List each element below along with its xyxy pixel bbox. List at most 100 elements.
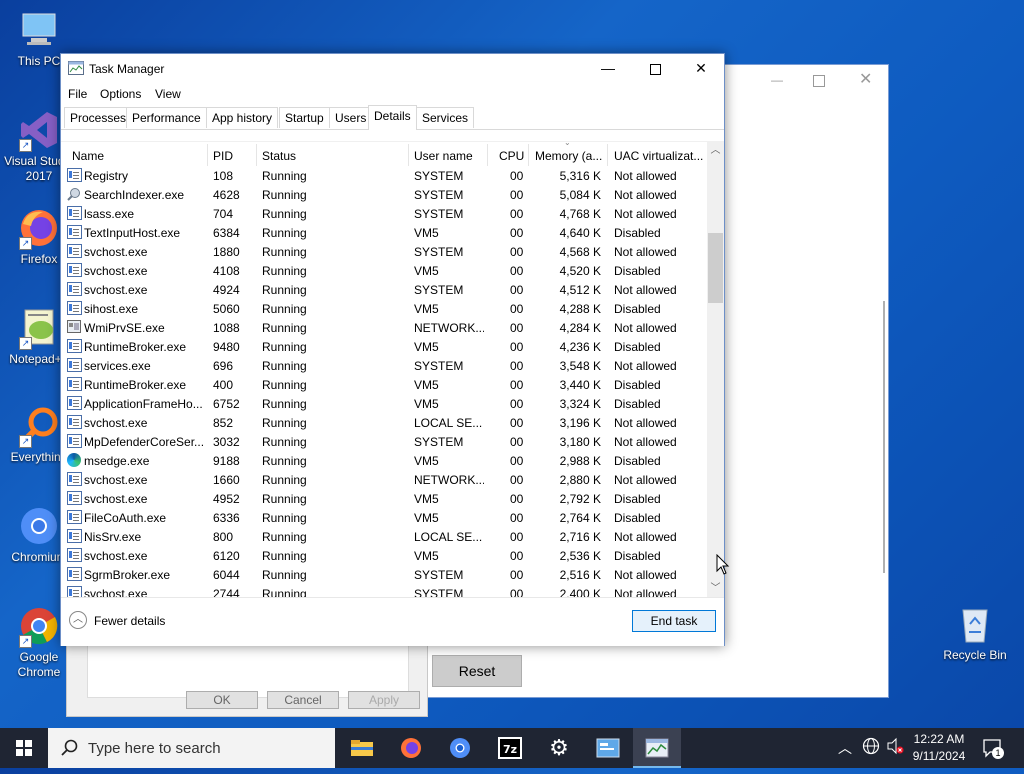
cell-user-name: VM5 — [414, 340, 439, 354]
search-box[interactable]: Type here to search — [48, 728, 335, 768]
show-hidden-icons-icon[interactable]: ︿ — [838, 738, 852, 758]
taskbar-firefox[interactable] — [387, 728, 435, 768]
table-row[interactable]: svchost.exe 1660 Running NETWORK... 00 2,880 … — [61, 470, 706, 489]
scroll-up-icon[interactable]: ︿ — [707, 142, 724, 159]
apply-button[interactable]: Apply — [348, 691, 420, 709]
column-divider[interactable] — [487, 144, 488, 166]
table-row[interactable]: lsass.exe 704 Running SYSTEM 00 4,768 K Not al… — [61, 204, 706, 223]
column-header-pid[interactable]: PID — [213, 149, 233, 163]
taskbar-control-panel[interactable] — [584, 728, 632, 768]
shortcut-arrow-icon: ↗ — [19, 139, 32, 152]
cell-memory: 4,512 K — [559, 283, 601, 297]
close-button[interactable]: ✕ — [678, 54, 724, 83]
scrollbar-track[interactable] — [883, 301, 885, 573]
table-row[interactable]: SearchIndexer.exe 4628 Running SYSTEM 00 5,08… — [61, 185, 706, 204]
table-row[interactable]: svchost.exe 2744 Running SYSTEM 00 2,400 K Not… — [61, 584, 706, 597]
table-row[interactable]: RuntimeBroker.exe 9480 Running VM5 00 4,236 K… — [61, 337, 706, 356]
column-header-user-name[interactable]: User name — [414, 149, 473, 163]
column-divider[interactable] — [528, 144, 529, 166]
column-header-name[interactable]: Name — [72, 149, 104, 163]
minimize-icon[interactable]: — — [771, 73, 785, 87]
desktop-icon-recycle-bin[interactable]: Recycle Bin — [940, 602, 1010, 663]
table-row[interactable]: svchost.exe 4924 Running SYSTEM 00 4,512 K Not… — [61, 280, 706, 299]
table-row[interactable]: FileCoAuth.exe 6336 Running VM5 00 2,764 K Dis… — [61, 508, 706, 527]
table-row[interactable]: sihost.exe 5060 Running VM5 00 4,288 K Disable… — [61, 299, 706, 318]
cell-uac: Disabled — [614, 226, 661, 240]
table-row[interactable]: NisSrv.exe 800 Running LOCAL SE... 00 2,716 K… — [61, 527, 706, 546]
tab-performance[interactable]: Performance — [126, 107, 207, 128]
table-row[interactable]: msedge.exe 9188 Running VM5 00 2,988 K Disable… — [61, 451, 706, 470]
column-divider[interactable] — [256, 144, 257, 166]
maximize-button[interactable] — [632, 54, 678, 83]
menu-view[interactable]: View — [155, 87, 181, 101]
table-row[interactable]: svchost.exe 1880 Running SYSTEM 00 4,568 K Not… — [61, 242, 706, 261]
vertical-scrollbar[interactable]: ︿ ﹀ — [707, 142, 724, 597]
maximize-icon[interactable] — [813, 75, 825, 87]
minimize-button[interactable]: — — [585, 54, 631, 83]
tab-app-history[interactable]: App history — [206, 107, 279, 128]
column-divider[interactable] — [207, 144, 208, 166]
taskbar-settings[interactable]: ⚙ — [535, 728, 583, 768]
menu-options[interactable]: Options — [100, 87, 141, 101]
cell-name: WmiPrvSE.exe — [84, 321, 165, 335]
close-icon[interactable]: ✕ — [859, 69, 872, 89]
table-row[interactable]: Registry 108 Running SYSTEM 00 5,316 K Not all… — [61, 166, 706, 185]
column-header-status[interactable]: Status — [262, 149, 296, 163]
column-header-memory[interactable]: Memory (a... — [535, 149, 602, 163]
cell-status: Running — [262, 283, 307, 297]
taskbar-chromium[interactable] — [436, 728, 484, 768]
table-row[interactable]: RuntimeBroker.exe 400 Running VM5 00 3,440 K D… — [61, 375, 706, 394]
fewer-details-link[interactable]: Fewer details — [94, 614, 165, 628]
action-center-icon[interactable]: 1 — [982, 738, 1004, 761]
table-row[interactable]: svchost.exe 4952 Running VM5 00 2,792 K Disabl… — [61, 489, 706, 508]
tab-processes[interactable]: Processes — [64, 107, 133, 128]
cell-uac: Disabled — [614, 454, 661, 468]
volume-muted-icon[interactable] — [886, 737, 904, 758]
cell-uac: Not allowed — [614, 473, 677, 487]
tab-users[interactable]: Users — [329, 107, 373, 128]
menu-file[interactable]: File — [68, 87, 87, 101]
table-row[interactable]: svchost.exe 852 Running LOCAL SE... 00 3,196 … — [61, 413, 706, 432]
cell-status: Running — [262, 359, 307, 373]
column-header-cpu[interactable]: CPU — [499, 149, 524, 163]
cell-cpu: 00 — [510, 473, 524, 487]
scroll-down-icon[interactable]: ﹀ — [707, 580, 724, 597]
table-row[interactable]: svchost.exe 4108 Running VM5 00 4,520 K Disabl… — [61, 261, 706, 280]
column-divider[interactable] — [607, 144, 608, 166]
process-icon — [67, 548, 82, 562]
clock[interactable]: 12:22 AM 9/11/2024 — [908, 731, 970, 765]
table-row[interactable]: svchost.exe 6120 Running VM5 00 2,536 K Disabl… — [61, 546, 706, 565]
table-row[interactable]: MpDefenderCoreSer... 3032 Running SYSTEM 00 3… — [61, 432, 706, 451]
table-row[interactable]: TextInputHost.exe 6384 Running VM5 00 4,640 K… — [61, 223, 706, 242]
tab-services[interactable]: Services — [416, 107, 475, 128]
tab-startup[interactable]: Startup — [279, 107, 330, 128]
cell-name: RuntimeBroker.exe — [84, 378, 187, 392]
cancel-button[interactable]: Cancel — [267, 691, 339, 709]
this-pc-icon — [17, 8, 61, 52]
taskbar-task-manager[interactable] — [633, 728, 681, 768]
column-divider[interactable] — [408, 144, 409, 166]
cell-status: Running — [262, 302, 307, 316]
chevron-up-icon[interactable]: ︿ — [69, 611, 87, 629]
dialog-panel — [87, 641, 409, 698]
tab-details[interactable]: Details — [368, 105, 417, 130]
scrollbar-thumb[interactable] — [708, 233, 723, 303]
column-header-uac[interactable]: UAC virtualizat... — [614, 149, 703, 163]
background-window-left: OK Cancel Apply — [66, 640, 428, 717]
table-row[interactable]: services.exe 696 Running SYSTEM 00 3,548 K Not… — [61, 356, 706, 375]
table-row[interactable]: WmiPrvSE.exe 1088 Running NETWORK... 00 4,284… — [61, 318, 706, 337]
table-row[interactable]: ApplicationFrameHo... 6752 Running VM5 00 3,3… — [61, 394, 706, 413]
end-task-button[interactable]: End task — [632, 610, 716, 632]
ok-button[interactable]: OK — [186, 691, 258, 709]
table-row[interactable]: SgrmBroker.exe 6044 Running SYSTEM 00 2,516 K… — [61, 565, 706, 584]
title-bar[interactable]: Task Manager — ✕ — [61, 54, 724, 83]
taskbar-7zip[interactable]: 7z — [486, 728, 534, 768]
network-icon[interactable] — [862, 737, 880, 758]
start-button[interactable] — [0, 728, 48, 768]
reset-button[interactable]: Reset — [432, 655, 522, 687]
cell-pid: 4628 — [213, 188, 240, 202]
cell-user-name: VM5 — [414, 264, 439, 278]
details-table: Name PID Status User name CPU Memory (a.… — [61, 141, 724, 597]
taskbar-file-explorer[interactable] — [338, 728, 386, 768]
cell-name: svchost.exe — [84, 264, 148, 278]
